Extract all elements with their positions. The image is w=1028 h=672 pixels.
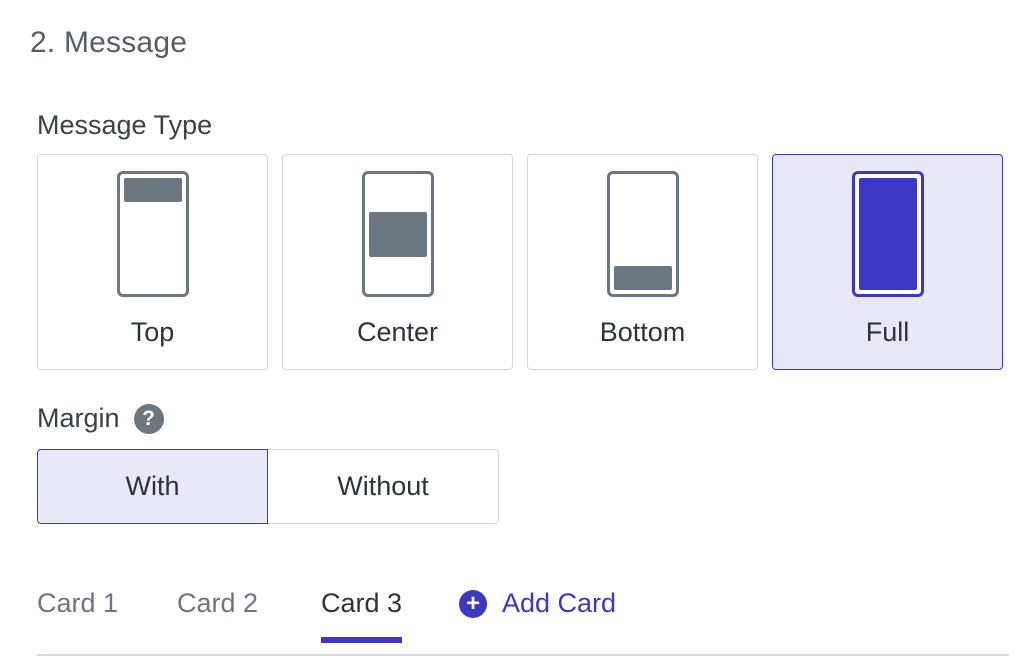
add-card-button[interactable]: + Add Card — [459, 588, 616, 619]
message-type-top[interactable]: Top — [37, 154, 268, 370]
tab-card-2[interactable]: Card 2 — [177, 588, 258, 641]
message-type-full-label: Full — [865, 317, 910, 347]
message-type-top-label: Top — [130, 317, 175, 347]
margin-with-button[interactable]: With — [37, 449, 268, 524]
help-icon[interactable]: ? — [133, 403, 164, 434]
plus-circle-icon: + — [459, 589, 487, 618]
message-type-bottom[interactable]: Bottom — [527, 154, 758, 370]
card-tabs: Card 1 Card 2 Card 3 + Add Card — [37, 580, 1009, 656]
margin-label: Margin — [37, 403, 120, 433]
phone-top-icon — [116, 171, 189, 297]
message-type-options: Top Center Bottom Full — [37, 154, 1003, 370]
message-type-center[interactable]: Center — [282, 154, 513, 370]
message-type-center-label: Center — [356, 317, 439, 347]
message-type-label: Message Type — [37, 110, 213, 140]
section-title: 2. Message — [30, 26, 188, 59]
phone-center-icon — [361, 171, 434, 297]
phone-full-icon — [851, 171, 924, 297]
message-type-bottom-label: Bottom — [599, 317, 686, 347]
phone-bottom-icon — [606, 171, 679, 297]
tab-card-3[interactable]: Card 3 — [321, 588, 403, 643]
margin-without-button[interactable]: Without — [268, 449, 499, 524]
tab-card-1[interactable]: Card 1 — [37, 588, 118, 641]
margin-label-row: Margin ? — [37, 403, 164, 434]
margin-toggle: With Without — [37, 449, 499, 524]
message-type-full[interactable]: Full — [772, 154, 1003, 370]
add-card-label: Add Card — [502, 588, 617, 618]
